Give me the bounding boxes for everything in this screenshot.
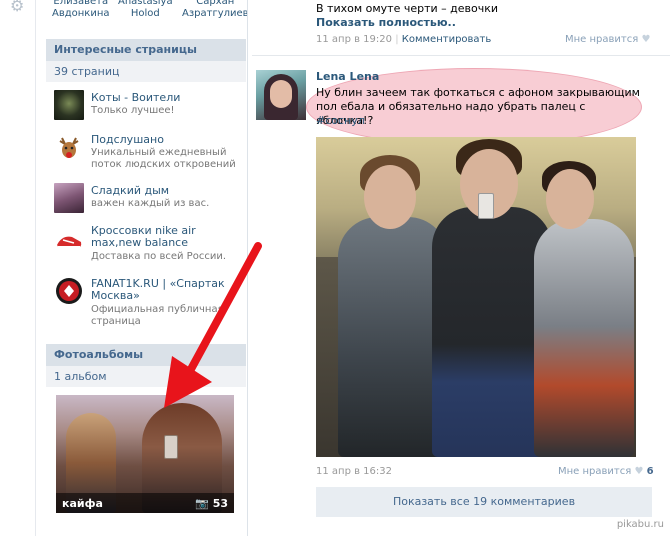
page-item[interactable]: Подслушано Уникальный ежедневный поток л… — [54, 132, 249, 176]
page-title[interactable]: Коты - Воители — [91, 92, 249, 104]
prev-post-date[interactable]: 11 апр в 19:20 — [316, 34, 392, 45]
page-thumb-reindeer — [54, 132, 84, 162]
gear-icon[interactable]: ⚙ — [10, 0, 24, 15]
album-caption: кайфа 📷 53 — [56, 493, 234, 513]
friend-item[interactable]: Anastasiya Holod — [118, 0, 173, 20]
album-title: кайфа — [62, 497, 103, 510]
post-date[interactable]: 11 апр в 16:32 — [316, 466, 392, 477]
friend-last-name: Азратгулиев — [182, 8, 249, 19]
page-thumb-smoke — [54, 183, 84, 213]
friend-last-name: Holod — [130, 8, 160, 19]
left-menu-strip: ⚙ — [0, 0, 36, 536]
wall-feed: В тихом омуте черти – девочки Показать п… — [252, 0, 670, 536]
albums-block-count[interactable]: 1 альбом — [46, 366, 246, 387]
page-title[interactable]: FANAT1K.RU | «Спартак Москва» — [91, 278, 249, 302]
show-more-link[interactable]: Показать полностью.. — [316, 16, 456, 29]
like-label: Мне нравится — [558, 466, 632, 477]
friend-item[interactable]: Сархан Азратгулиев — [182, 0, 249, 20]
photo-phone — [478, 193, 494, 219]
prev-post-meta: 11 апр в 19:20 | Комментировать — [316, 34, 492, 45]
page-desc: Доставка по всей России. — [91, 251, 226, 262]
left-column: Елизавета Авдонкина Anastasiya Holod Сар… — [46, 0, 249, 536]
album-photo-count-value: 53 — [212, 497, 228, 510]
page-item[interactable]: FANAT1K.RU | «Спартак Москва» Официальна… — [54, 276, 249, 327]
photo-person-head — [546, 169, 594, 229]
page-desc: важен каждый из вас. — [91, 198, 210, 209]
page-title[interactable]: Кроссовки nike air max,new balance — [91, 225, 249, 249]
album-photo-phone — [164, 435, 178, 459]
like-label: Мне нравится — [565, 34, 639, 45]
post-photo[interactable] — [316, 137, 636, 457]
post-like[interactable]: Мне нравится ♥ 6 — [558, 466, 654, 477]
friend-first-name: Anastasiya — [118, 0, 173, 7]
page-thumb-spartak-logo — [54, 276, 84, 306]
prev-post-text: В тихом омуте черти – девочки — [316, 2, 499, 15]
albums-block-title[interactable]: Фотоальбомы — [46, 344, 246, 366]
photo-person-right — [534, 219, 634, 457]
heart-icon: ♥ — [641, 34, 651, 45]
friend-last-name: Авдонкина — [52, 8, 110, 19]
album-cover[interactable]: кайфа 📷 53 — [56, 395, 234, 513]
avatar-face — [270, 80, 292, 108]
column-divider — [247, 0, 248, 536]
album-photo-count: 📷 53 — [195, 497, 228, 510]
author-avatar[interactable] — [256, 70, 306, 120]
page-desc: Только лучшее! — [91, 105, 175, 116]
page-item[interactable]: Коты - Воители Только лучшее! — [54, 90, 249, 134]
page-desc: Уникальный ежедневный поток людских откр… — [91, 147, 236, 170]
friend-item[interactable]: Елизавета Авдонкина — [52, 0, 110, 20]
heart-icon: ♥ — [634, 466, 644, 477]
photo-person-head — [364, 165, 416, 229]
page-title[interactable]: Подслушано — [91, 134, 249, 146]
prev-post-like[interactable]: Мне нравится ♥ — [565, 34, 650, 45]
page-thumb-cat — [54, 90, 84, 120]
post-author[interactable]: Lena Lena — [316, 70, 379, 83]
page-item[interactable]: Сладкий дым важен каждый из вас. — [54, 183, 249, 227]
show-all-comments-button[interactable]: Показать все 19 комментариев — [316, 487, 652, 517]
friend-first-name: Сархан — [196, 0, 235, 7]
page-title[interactable]: Сладкий дым — [91, 185, 249, 197]
page-thumb-sneakers — [54, 225, 84, 255]
friends-row: Елизавета Авдонкина Anastasiya Holod Сар… — [46, 0, 249, 22]
pages-block-count[interactable]: 39 страниц — [46, 61, 246, 82]
camera-icon: 📷 — [195, 497, 209, 510]
pages-block-title[interactable]: Интересные страницы — [46, 39, 246, 61]
watermark: pikabu.ru — [616, 519, 664, 530]
friend-first-name: Елизавета — [53, 0, 109, 7]
page-desc: Официальная публичная страница — [91, 304, 224, 327]
page-item[interactable]: Кроссовки nike air max,new balance Доста… — [54, 225, 249, 269]
like-count: 6 — [646, 466, 654, 477]
post-divider — [252, 55, 670, 56]
post-hashtag[interactable]: #соснул — [316, 114, 365, 127]
comment-link[interactable]: Комментировать — [402, 34, 492, 45]
